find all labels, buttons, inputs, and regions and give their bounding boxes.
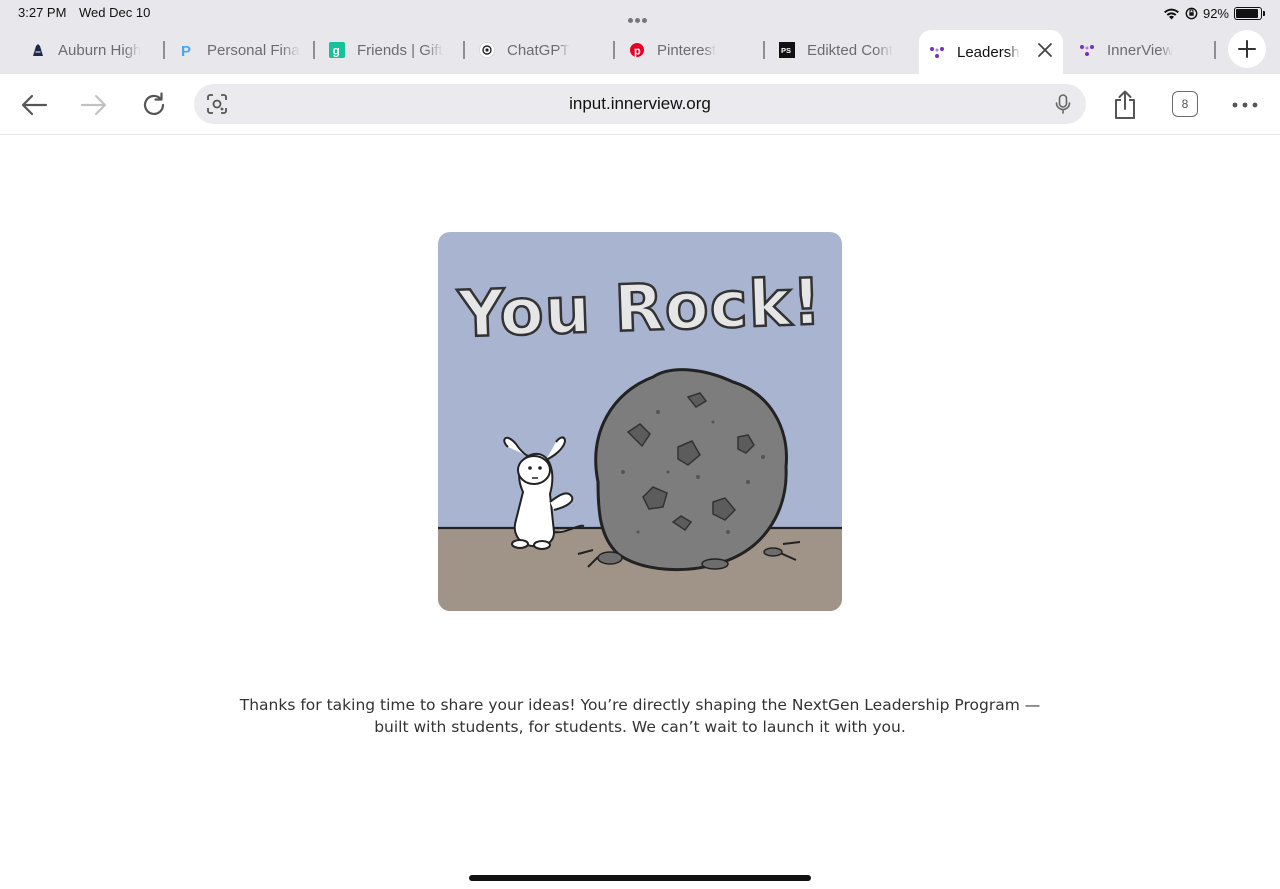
new-tab-button[interactable]: [1228, 30, 1266, 68]
back-button[interactable]: [18, 89, 50, 121]
svg-text:g: g: [333, 44, 340, 58]
more-menu-button[interactable]: [1229, 89, 1261, 121]
tab-chatgpt[interactable]: ChatGPT: [479, 30, 603, 70]
message-line-2: built with students, for students. We ca…: [374, 718, 906, 736]
battery-icon: [1234, 6, 1265, 20]
tab-label: Pinterest: [657, 41, 717, 59]
tab-separator: [763, 41, 765, 59]
orientation-lock-icon: [1185, 7, 1198, 19]
plus-icon: [1238, 40, 1256, 58]
paypal-icon: P: [179, 42, 195, 58]
wifi-icon: [1163, 8, 1179, 19]
tab-label: Leadersh: [957, 43, 1020, 61]
svg-text:P: P: [181, 43, 191, 58]
status-date: Wed Dec 10: [79, 5, 151, 20]
tab-separator: [613, 41, 615, 59]
tab-pinterest[interactable]: p Pinterest: [629, 30, 753, 70]
tab-label: ChatGPT: [507, 41, 570, 59]
reload-button[interactable]: [138, 89, 170, 121]
multitasking-dots-icon[interactable]: [628, 10, 652, 23]
tab-label: Friends | Gift: [357, 41, 443, 59]
tab-edikted[interactable]: PS Edikted Cont: [779, 30, 903, 70]
tab-personal-finance[interactable]: P Personal Fina: [179, 30, 303, 70]
pinterest-icon: p: [629, 42, 645, 58]
tab-leadership-active[interactable]: Leadersh: [919, 30, 1063, 74]
you-rock-lettering: You Rock!: [456, 266, 824, 353]
tab-separator: [163, 41, 165, 59]
status-indicators: 92%: [1163, 4, 1265, 22]
battery-percent: 92%: [1202, 5, 1229, 21]
forward-button[interactable]: [78, 89, 110, 121]
tab-auburn-high[interactable]: Auburn High: [30, 30, 154, 70]
you-rock-illustration: You Rock!: [438, 232, 842, 611]
tab-bar: Auburn High P Personal Fina g Friends | …: [0, 26, 1280, 74]
microphone-icon[interactable]: [1052, 93, 1074, 115]
ps-icon: PS: [779, 42, 795, 58]
tab-label: InnerView: [1107, 41, 1174, 59]
status-time: 3:27 PM: [18, 5, 67, 20]
innerview-icon: [929, 44, 945, 60]
svg-text:PS: PS: [781, 46, 791, 55]
innerview-icon: [1079, 42, 1095, 58]
tab-label: Auburn High: [58, 41, 142, 59]
svg-text:p: p: [634, 46, 641, 58]
browser-toolbar: input.innerview.org 8: [0, 74, 1280, 135]
tab-friends-gift[interactable]: g Friends | Gift: [329, 30, 453, 70]
auburn-icon: [30, 42, 46, 58]
home-indicator[interactable]: [469, 875, 811, 881]
thank-you-message: Thanks for taking time to share your ide…: [200, 694, 1080, 738]
share-icon: [1115, 90, 1135, 119]
share-button[interactable]: [1109, 89, 1141, 121]
message-line-1: Thanks for taking time to share your ide…: [239, 696, 1041, 714]
tab-switcher-button[interactable]: 8: [1172, 91, 1198, 117]
tab-separator: [1214, 41, 1216, 59]
back-arrow-icon: [21, 94, 48, 116]
status-bar: 3:27 PM Wed Dec 10 92%: [0, 0, 1280, 26]
more-icon: [1232, 102, 1258, 108]
reload-icon: [143, 92, 165, 115]
url-text: input.innerview.org: [569, 94, 711, 113]
tab-innerview[interactable]: InnerView: [1079, 30, 1203, 70]
chatgpt-icon: [479, 42, 495, 58]
tab-separator: [313, 41, 315, 59]
address-bar[interactable]: input.innerview.org: [194, 84, 1086, 124]
grammarly-icon: g: [329, 42, 345, 58]
tab-label: Personal Fina: [207, 41, 300, 59]
forward-arrow-icon: [80, 94, 107, 116]
tab-label: Edikted Cont: [807, 41, 893, 59]
close-tab-icon[interactable]: [1037, 42, 1053, 58]
tab-separator: [463, 41, 465, 59]
